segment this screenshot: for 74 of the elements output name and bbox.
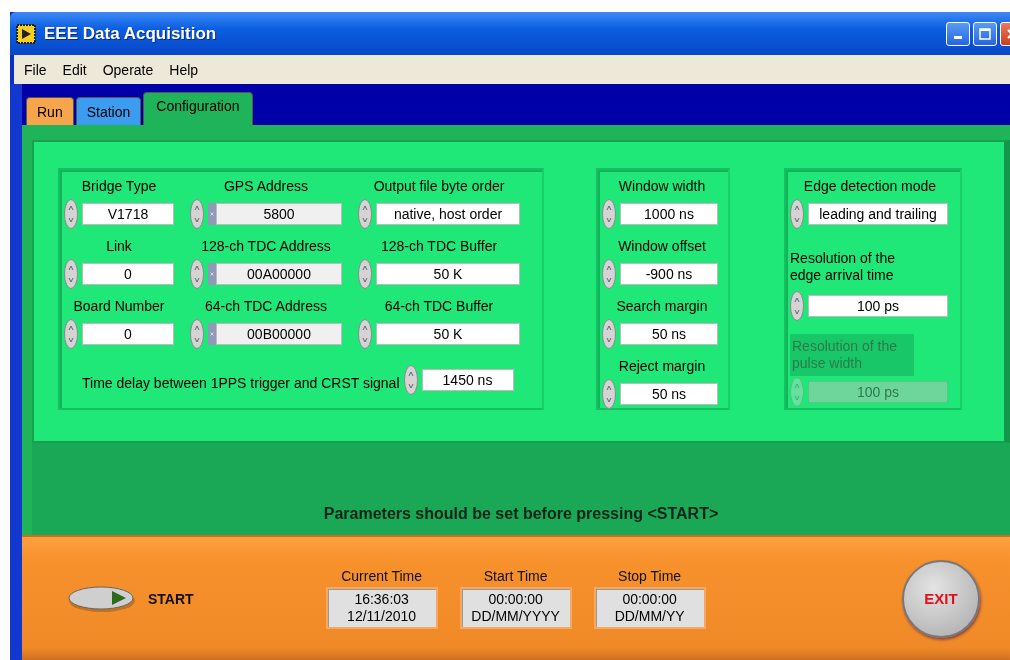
spinner-control[interactable] <box>64 259 78 289</box>
spinner-control[interactable] <box>790 291 804 321</box>
spinner-control[interactable] <box>190 319 204 349</box>
field-label: 64-ch TDC Address <box>204 297 328 316</box>
field-label: 128-ch TDC Address <box>200 237 332 256</box>
value-field[interactable]: 1450 ns <box>421 369 514 391</box>
time-display: 16:36:03 12/11/2010 <box>325 587 438 629</box>
value-field[interactable]: 0 <box>82 263 174 285</box>
spinner-control[interactable] <box>358 319 372 349</box>
field-label: GPS Address <box>222 177 309 196</box>
value-field[interactable]: -900 ns <box>620 263 718 285</box>
time-label: Current Time <box>341 568 423 584</box>
window-title: EEE Data Acquisition <box>44 23 218 44</box>
start-button[interactable]: START <box>68 584 194 613</box>
spinner-control[interactable] <box>64 199 78 229</box>
radix-icon[interactable] <box>208 203 216 225</box>
spinner-control[interactable] <box>790 199 804 229</box>
spinner-control[interactable] <box>403 365 418 395</box>
value-field[interactable]: 100 ps <box>808 295 948 317</box>
time-label: Stop Time <box>618 568 682 584</box>
field-label: Resolution of the edge arrival time <box>790 249 897 285</box>
spinner-control[interactable] <box>358 259 372 289</box>
status-message: Parameters should be set before pressing <START> <box>323 505 719 523</box>
value-field[interactable]: 1000 ns <box>620 203 718 225</box>
value-field[interactable]: 00B00000 <box>216 323 342 345</box>
spinner-control[interactable] <box>602 199 616 229</box>
field-label: Link <box>105 237 133 256</box>
field-label: Bridge Type <box>80 177 158 196</box>
spinner-control[interactable] <box>602 319 616 349</box>
time-label: Start Time <box>483 568 548 584</box>
minimize-button[interactable] <box>946 21 970 46</box>
value-field[interactable]: 50 ns <box>620 323 718 345</box>
spinner-control[interactable] <box>190 199 204 229</box>
spinner-control[interactable] <box>358 199 372 229</box>
field-label: Window offset <box>617 237 707 256</box>
field-label: Output file byte order <box>372 177 506 196</box>
value-field[interactable]: 00A00000 <box>216 263 342 285</box>
time-display: 00:00:00 DD/MM/YY <box>593 587 706 629</box>
menu-item[interactable]: Operate <box>94 61 162 78</box>
field-label: Time delay between 1PPS trigger and CRST signal <box>82 374 400 392</box>
radix-icon[interactable] <box>208 323 216 345</box>
spinner-control[interactable] <box>602 259 616 289</box>
menu-item[interactable]: Edit <box>54 61 95 78</box>
value-field[interactable]: V1718 <box>82 203 174 225</box>
value-field[interactable]: native, host order <box>376 203 520 225</box>
time-display: 00:00:00 DD/MM/YYYY <box>459 587 572 629</box>
spinner-control[interactable] <box>64 319 78 349</box>
tab[interactable]: Configuration <box>143 92 253 125</box>
value-field[interactable]: 50 K <box>376 323 520 345</box>
spinner-control[interactable] <box>190 259 204 289</box>
field-label: Board Number <box>72 297 166 316</box>
field-label: Edge detection mode <box>802 177 938 196</box>
field-label: 128-ch TDC Buffer <box>379 237 499 256</box>
field-label: 64-ch TDC Buffer <box>383 297 495 316</box>
spinner-control[interactable] <box>602 379 616 409</box>
tab[interactable]: Run <box>26 97 74 125</box>
tab[interactable]: Station <box>75 97 142 125</box>
field-label: Resolution of the pulse width <box>790 334 914 376</box>
value-field[interactable]: 50 K <box>376 263 520 285</box>
value-field[interactable]: 5800 <box>216 203 342 225</box>
radix-icon[interactable] <box>208 263 216 285</box>
field-label: Reject margin <box>617 357 707 376</box>
field-label: Window width <box>617 177 707 196</box>
minimize-icon <box>954 36 962 39</box>
field-label: Search margin <box>615 297 709 316</box>
value-field[interactable]: 0 <box>82 323 174 345</box>
value-field[interactable]: 50 ns <box>620 383 718 405</box>
value-field[interactable]: leading and trailing <box>808 203 948 225</box>
menu-item[interactable]: Help <box>161 61 207 78</box>
maximize-icon <box>979 27 991 40</box>
maximize-button[interactable] <box>973 21 997 46</box>
app-icon <box>16 23 36 44</box>
toggle-icon <box>68 584 138 613</box>
menu-item[interactable]: File <box>16 61 55 78</box>
